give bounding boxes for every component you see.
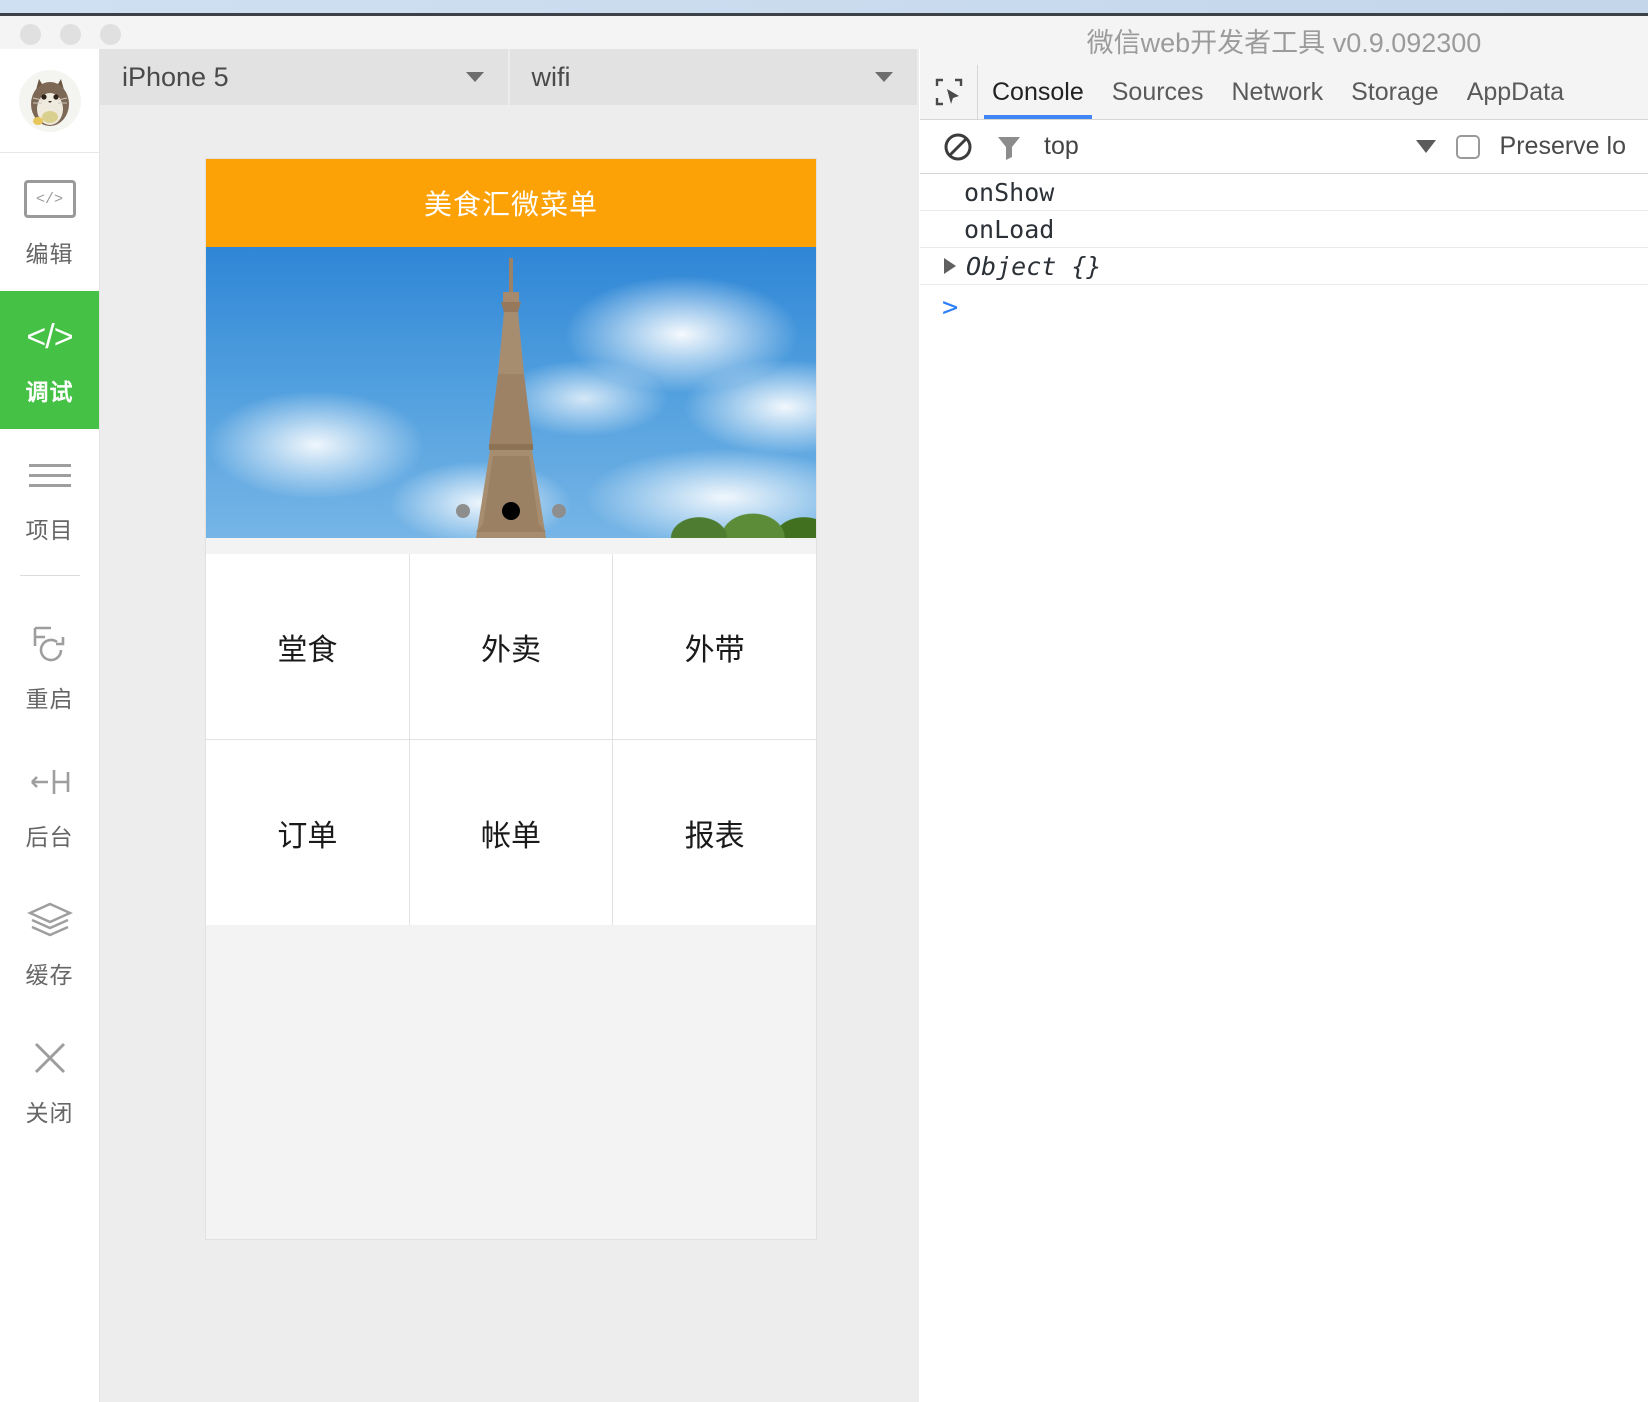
devtools-panel: 微信web开发者工具 v0.9.092300 Console Sources N… (920, 16, 1648, 1402)
console-log-row[interactable]: onLoad (920, 211, 1648, 248)
sidebar-item-label: 重启 (25, 686, 74, 712)
tab-label: Network (1231, 77, 1324, 106)
page-title: 美食汇微菜单 (423, 189, 598, 220)
eiffel-tower-shape (476, 258, 546, 538)
grid-top-spacer (206, 538, 816, 554)
chevron-down-icon (465, 72, 484, 82)
network-select-value: wifi (531, 61, 571, 92)
tab-label: Storage (1351, 77, 1439, 106)
grid-cell-label: 外卖 (480, 633, 541, 667)
console-context-value[interactable]: top (1044, 132, 1079, 161)
sidebar-item-label: 调试 (25, 379, 74, 405)
minimize-window-button[interactable] (60, 24, 81, 45)
sidebar-item-label: 编辑 (25, 241, 74, 267)
console-log-row-object[interactable]: Object {} (920, 248, 1648, 285)
carousel-dots[interactable] (206, 502, 816, 520)
code-slash-icon: </> (26, 317, 73, 356)
tab-console[interactable]: Console (978, 65, 1098, 119)
grid-cell-bills[interactable]: 帐单 (409, 740, 613, 925)
console-filterbar: top Preserve lo (920, 120, 1648, 174)
console-log-text: onShow (964, 177, 1055, 207)
totoro-avatar-icon (18, 69, 81, 132)
grid-cell-takeout[interactable]: 外带 (613, 554, 816, 739)
sidebar-item-project[interactable]: 项目 (0, 429, 99, 567)
tab-label: Sources (1111, 77, 1204, 106)
close-x-icon (28, 1034, 72, 1082)
sidebar-item-background[interactable]: 后台 (0, 736, 99, 874)
device-select[interactable]: iPhone 5 (100, 49, 510, 105)
inspect-cursor-icon (935, 78, 962, 106)
grid-cell-orders[interactable]: 订单 (206, 740, 409, 925)
background-icon (26, 758, 74, 806)
console-prompt-symbol: > (942, 291, 959, 323)
code-box-icon: </> (23, 175, 76, 223)
app-title: 微信web开发者工具 v0.9.092300 (920, 16, 1648, 65)
tab-label: AppData (1466, 77, 1564, 106)
sidebar-item-debug[interactable]: </> 调试 (0, 291, 99, 429)
grid-cell-dine-in[interactable]: 堂食 (206, 554, 409, 739)
sidebar-item-restart[interactable]: 重启 (0, 598, 99, 736)
tab-sources[interactable]: Sources (1098, 65, 1218, 119)
restart-icon (27, 620, 73, 668)
expand-triangle-icon[interactable] (944, 258, 956, 274)
layers-icon (26, 896, 74, 944)
network-select[interactable]: wifi (509, 49, 919, 105)
avatar-container[interactable] (0, 49, 99, 153)
avatar[interactable] (18, 69, 81, 132)
image-carousel[interactable] (206, 247, 816, 538)
tab-appdata[interactable]: AppData (1453, 65, 1578, 119)
grid-cell-label: 外带 (684, 633, 745, 667)
hamburger-icon (28, 451, 71, 499)
chevron-down-icon[interactable] (1415, 140, 1436, 153)
chevron-down-icon (875, 72, 893, 82)
console-prompt[interactable]: > (920, 285, 1648, 329)
preserve-log-checkbox[interactable] (1455, 134, 1480, 159)
console-log-text: onLoad (964, 214, 1055, 244)
devtools-tabbar: Console Sources Network Storage AppData (920, 65, 1648, 120)
sidebar-item-label: 缓存 (25, 962, 74, 988)
sidebar-item-label: 项目 (25, 517, 74, 543)
console-log-row[interactable]: onShow (920, 174, 1648, 211)
clear-console-icon[interactable] (942, 131, 974, 163)
grid-cell-delivery[interactable]: 外卖 (409, 554, 613, 739)
carousel-dot-active[interactable] (502, 502, 520, 520)
miniprogram-header: 美食汇微菜单 (206, 159, 816, 247)
sidebar-item-label: 关闭 (25, 1100, 74, 1126)
console-log-text: Object {} (966, 251, 1102, 281)
filter-funnel-icon[interactable] (994, 131, 1024, 163)
carousel-dot[interactable] (552, 504, 566, 518)
simulator-toolbar: iPhone 5 wifi (100, 49, 919, 105)
sidebar-item-edit[interactable]: </> 编辑 (0, 153, 99, 291)
inspect-element-button[interactable] (920, 65, 978, 119)
menu-grid: 堂食 外卖 外带 订单 帐单 报表 (206, 554, 816, 925)
app-window: </> 编辑 </> 调试 项目 重启 后台 缓存 关闭 iPhone 5 wi… (0, 0, 1648, 1402)
grid-cell-label: 订单 (277, 819, 338, 853)
sidebar-item-label: 后台 (25, 824, 74, 850)
grid-cell-reports[interactable]: 报表 (613, 740, 816, 925)
desktop-background-strip (0, 0, 1648, 13)
grid-cell-label: 堂食 (277, 633, 338, 667)
phone-viewport: 美食汇微菜单 堂食 外卖 外带 订单 帐单 报表 (206, 159, 816, 1239)
device-select-value: iPhone 5 (122, 61, 229, 92)
tab-label: Console (992, 77, 1084, 106)
grid-cell-label: 帐单 (480, 819, 541, 853)
sidebar-item-cache[interactable]: 缓存 (0, 874, 99, 1012)
tab-network[interactable]: Network (1217, 65, 1337, 119)
left-sidebar: </> 编辑 </> 调试 项目 重启 后台 缓存 关闭 (0, 49, 100, 1402)
window-traffic-lights[interactable] (20, 24, 121, 45)
carousel-dot[interactable] (456, 504, 470, 518)
console-log-list: onShow onLoad Object {} > (920, 174, 1648, 329)
page-empty-area (206, 925, 816, 1235)
preserve-log-label: Preserve lo (1499, 132, 1626, 160)
grid-cell-label: 报表 (684, 819, 745, 853)
simulator-panel: iPhone 5 wifi 美食汇微菜单 堂食 外卖 外带 订单 帐单 报表 (100, 49, 919, 1402)
close-window-button[interactable] (20, 24, 41, 45)
zoom-window-button[interactable] (100, 24, 121, 45)
tab-storage[interactable]: Storage (1337, 65, 1453, 119)
sidebar-item-close[interactable]: 关闭 (0, 1012, 99, 1150)
